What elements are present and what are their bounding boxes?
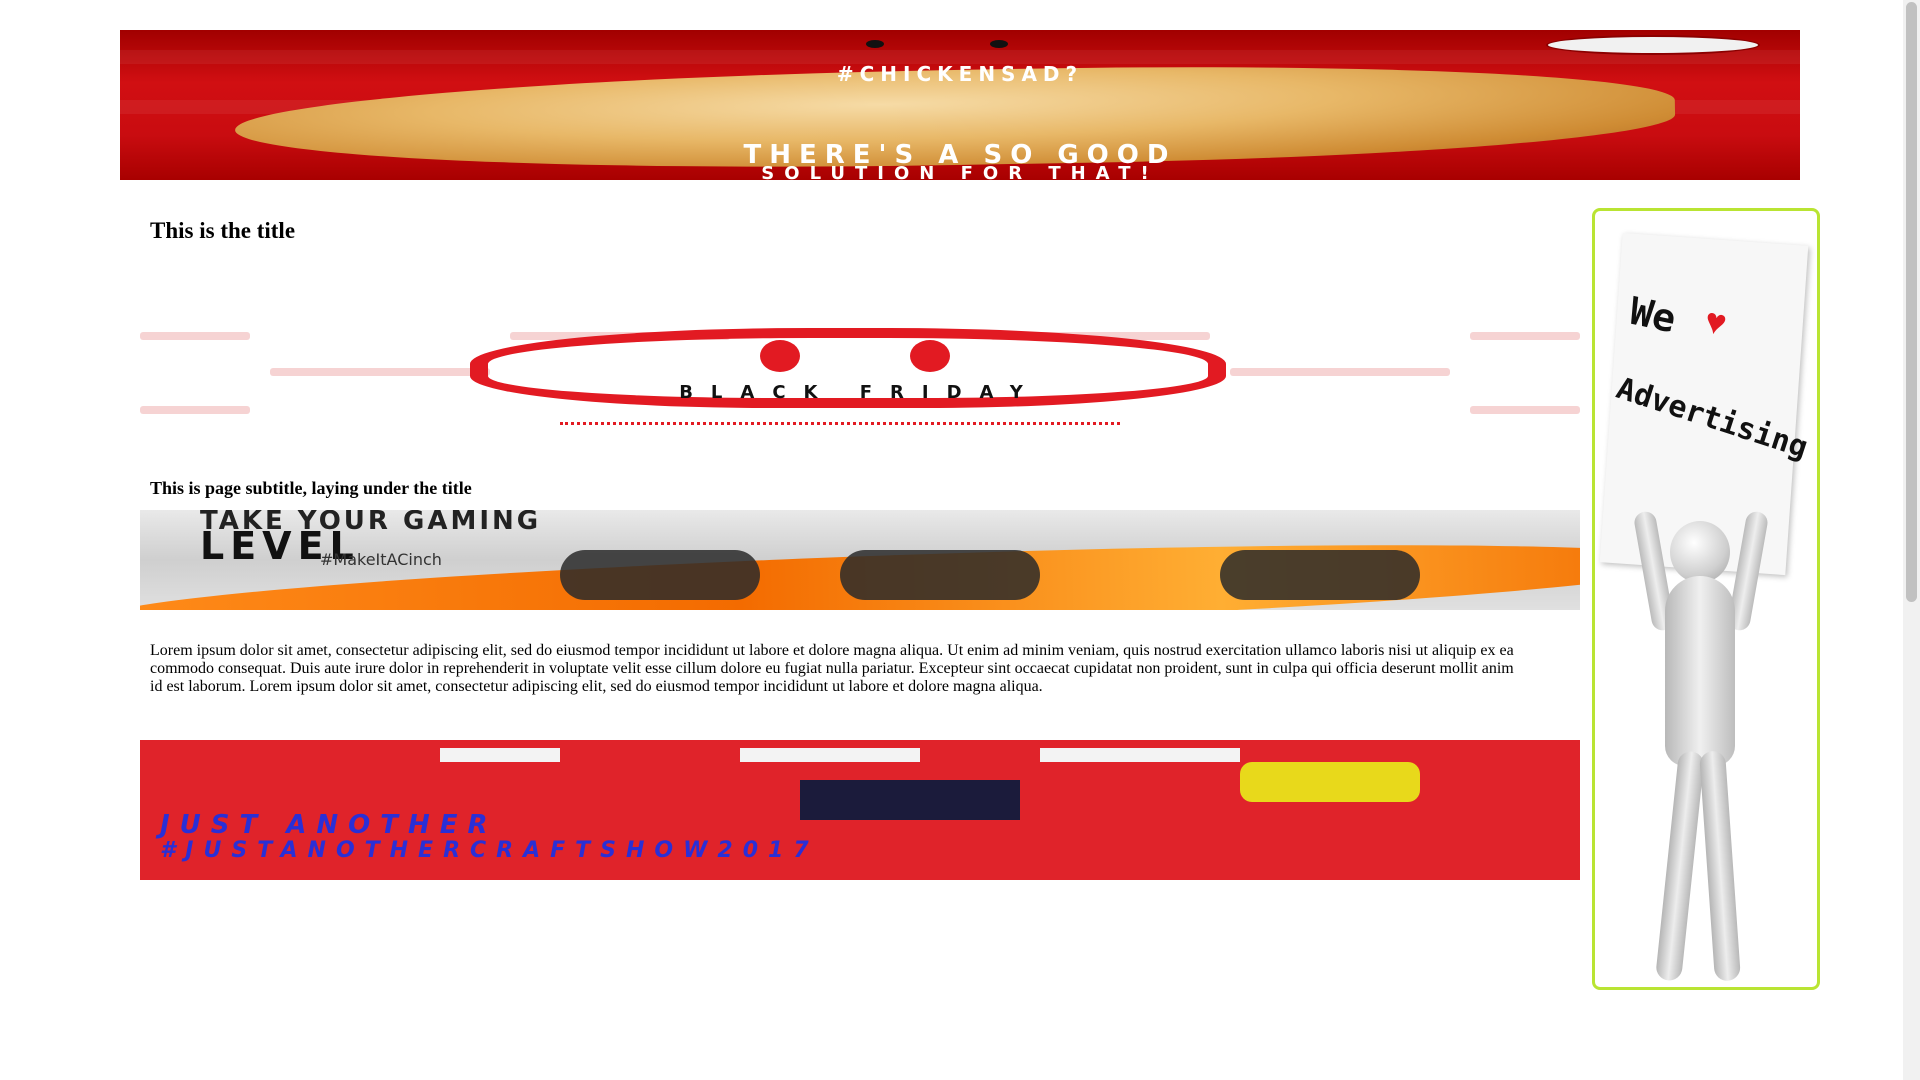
figure-body bbox=[1665, 576, 1735, 766]
event-badge bbox=[1240, 762, 1420, 802]
controller-icon bbox=[560, 550, 760, 600]
controller-icon bbox=[840, 550, 1040, 600]
sale-letter-mark bbox=[760, 340, 800, 372]
discount-line bbox=[560, 422, 1120, 429]
ad-we-text: We bbox=[1625, 288, 1680, 342]
eye-left bbox=[866, 40, 884, 48]
body-text: Lorem ipsum dolor sit amet, consectetur … bbox=[150, 642, 1514, 695]
black-friday-text: BLACK FRIDAY bbox=[679, 382, 1041, 403]
banner-hashtag: #CHICKENSAD? bbox=[836, 62, 1084, 86]
sidebar-ad[interactable]: We ♥ Advertising bbox=[1592, 208, 1820, 990]
figure-leg bbox=[1655, 750, 1705, 982]
event-hashtag: #JUSTANOTHERCRAFTSHOW2017 bbox=[160, 838, 819, 863]
vertical-scrollbar[interactable] bbox=[1903, 0, 1920, 1080]
banner-line2: SOLUTION FOR THAT! bbox=[761, 163, 1159, 180]
page-title: This is the title bbox=[150, 218, 296, 243]
brand-logo bbox=[1546, 35, 1760, 55]
figure-head bbox=[1670, 521, 1730, 583]
gaming-banner-ad[interactable]: TAKE YOUR GAMING LEVEL #MakeItACinch bbox=[140, 510, 1580, 610]
page-subtitle: This is page subtitle, laying under the … bbox=[150, 478, 472, 498]
controller-icon bbox=[1220, 550, 1420, 600]
event-banner-ad[interactable]: JUST ANOTHER #JUSTANOTHERCRAFTSHOW2017 bbox=[140, 740, 1580, 880]
eye-right bbox=[990, 40, 1008, 48]
figure-leg bbox=[1699, 750, 1741, 982]
sale-letter-mark bbox=[910, 340, 950, 372]
sale-banner-ad[interactable]: BLACK FRIDAY bbox=[140, 320, 1580, 435]
scrollbar-thumb[interactable] bbox=[1906, 2, 1917, 602]
event-headline: JUST ANOTHER bbox=[160, 810, 498, 840]
top-banner-ad[interactable]: #CHICKENSAD? THERE'S A SO GOOD SOLUTION … bbox=[120, 30, 1800, 180]
gaming-hashtag: #MakeItACinch bbox=[320, 550, 442, 569]
